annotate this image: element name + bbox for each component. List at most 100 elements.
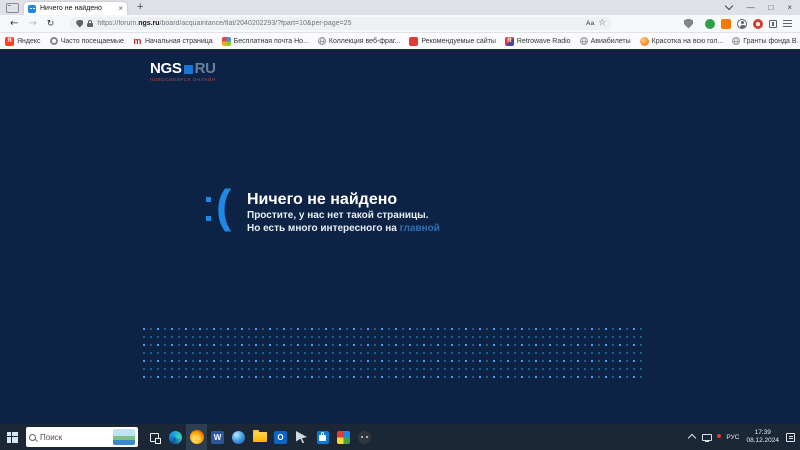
bookmark-item[interactable]: Яндекс <box>5 37 41 46</box>
taskbar-search[interactable]: Поиск <box>26 427 138 447</box>
taskbar-app-word[interactable] <box>207 424 228 450</box>
forward-button[interactable]: → <box>28 19 36 29</box>
tab-list-chevron-icon[interactable] <box>725 2 733 10</box>
photos-icon <box>337 431 350 444</box>
tab-close-icon[interactable]: × <box>118 5 123 13</box>
url-path: /board/acquaintance/flat/2040202293/?fpa… <box>160 20 352 27</box>
word-icon <box>211 431 224 444</box>
logo-square-icon <box>184 65 193 74</box>
bookmark-item[interactable]: Гранты фонда В. Пот... <box>732 37 800 45</box>
sad-emoticon-mouth: ( <box>216 182 231 230</box>
bookmark-label: Коллекция веб-фраг... <box>329 38 400 45</box>
account-icon[interactable] <box>737 19 747 29</box>
bookmark-item[interactable]: Коллекция веб-фраг... <box>318 37 400 45</box>
adblock-icon[interactable] <box>753 19 763 29</box>
store-icon <box>317 431 329 444</box>
bookmark-star-icon[interactable]: ☆ <box>598 19 606 28</box>
url-prefix: https://forum. <box>97 20 138 27</box>
taskbar-app-task-view[interactable] <box>144 424 165 450</box>
logo-ru-text: RU <box>195 60 216 77</box>
reload-button[interactable]: ↻ <box>47 19 55 29</box>
url-domain: ngs.ru <box>138 20 159 27</box>
taskbar-app-photos[interactable] <box>333 424 354 450</box>
menu-icon[interactable] <box>783 20 792 27</box>
extension-shield-icon[interactable] <box>684 19 693 29</box>
close-button[interactable]: × <box>787 3 792 13</box>
orange-extension-icon[interactable] <box>721 19 731 29</box>
not-found-message: Простите, у нас нет такой страницы. Но е… <box>247 209 440 235</box>
new-tab-button[interactable]: + <box>137 2 143 13</box>
firefox-view-icon[interactable] <box>6 3 19 13</box>
search-icon <box>29 434 36 441</box>
translate-icon[interactable]: Аа <box>586 20 594 27</box>
globe-icon <box>732 37 740 45</box>
bookmark-label: Авиабилеты <box>591 38 631 45</box>
firefox-icon <box>190 430 204 444</box>
display-icon[interactable] <box>702 434 712 441</box>
clock-date: 08.12.2024 <box>746 437 779 445</box>
retrowave-icon <box>505 37 514 46</box>
green-extension-icon[interactable] <box>705 19 715 29</box>
taskbar-clock[interactable]: 17:39 08.12.2024 <box>746 429 779 445</box>
start-button[interactable] <box>0 424 24 450</box>
bookmark-label: Retrowave Radio <box>517 38 571 45</box>
taskbar-app-edge[interactable] <box>165 424 186 450</box>
not-found-title: Ничего не найдено <box>247 191 397 209</box>
volume-muted-badge <box>717 434 721 438</box>
bookmark-item[interactable]: Retrowave Radio <box>505 37 571 46</box>
notification-center-icon[interactable] <box>786 433 795 442</box>
edge-icon <box>169 431 182 444</box>
bookmark-item[interactable]: Авиабилеты <box>580 37 631 45</box>
taskbar-app-firefox[interactable] <box>186 424 207 450</box>
minimize-button[interactable]: — <box>746 3 754 13</box>
url-text[interactable]: https://forum.ngs.ru/board/acquaintance/… <box>97 20 582 27</box>
taskbar: Поиск РУС 17:39 08.12.2024 <box>0 424 800 450</box>
tracking-protection-shield-icon[interactable] <box>76 20 83 28</box>
ngs-logo[interactable]: NGS RU НОВОСИБИРСК ОНЛАЙН <box>150 60 241 84</box>
language-indicator[interactable]: РУС <box>726 434 739 441</box>
bookmark-item[interactable]: Часто посещаемые <box>50 37 124 45</box>
search-placeholder: Поиск <box>40 433 109 442</box>
bookmark-item[interactable]: Бесплатная почта Но... <box>222 37 309 46</box>
globe-icon <box>318 37 326 45</box>
taskbar-app-outlook[interactable] <box>270 424 291 450</box>
not-found-line2-prefix: Но есть много интересного на <box>247 223 397 234</box>
logo-ngs-text: NGS <box>150 60 182 77</box>
red-square-icon <box>409 37 418 46</box>
bookmark-item[interactable]: Красотка на всю гол... <box>640 37 724 46</box>
not-found-line2: Но есть много интересного на главной <box>247 222 440 235</box>
not-found-line1: Простите, у нас нет такой страницы. <box>247 209 440 222</box>
windows-logo-icon <box>7 432 18 443</box>
share-icon[interactable] <box>769 20 777 28</box>
home-link[interactable]: главной <box>400 223 440 234</box>
taskbar-app-store[interactable] <box>312 424 333 450</box>
avatar-icon <box>358 431 371 444</box>
window-controls: — □ × <box>726 3 800 13</box>
sad-emoticon-eye-bottom <box>206 216 211 221</box>
taskbar-app-sphere[interactable] <box>228 424 249 450</box>
lock-icon[interactable] <box>87 23 93 27</box>
active-tab[interactable]: Ничего не найдено × <box>24 2 127 15</box>
taskbar-app-avatar[interactable] <box>354 424 375 450</box>
tray-chevron-up-icon[interactable] <box>688 434 696 442</box>
orange-circle-icon <box>640 37 649 46</box>
taskbar-app-cursor[interactable] <box>291 424 312 450</box>
bookmark-label: Рекомендуемые сайты <box>421 38 495 45</box>
clock-time: 17:39 <box>755 429 771 437</box>
url-bar[interactable]: https://forum.ngs.ru/board/acquaintance/… <box>70 17 612 30</box>
navigation-toolbar: ← → ↻ https://forum.ngs.ru/board/acquain… <box>0 15 800 33</box>
bookmark-label: Гранты фонда В. Пот... <box>743 38 800 45</box>
maximize-button[interactable]: □ <box>768 3 773 13</box>
globe-icon <box>580 37 588 45</box>
cursor-icon <box>296 431 307 443</box>
bookmark-label: Часто посещаемые <box>61 38 124 45</box>
search-highlight-thumbnail[interactable] <box>113 429 135 445</box>
taskbar-app-file-explorer[interactable] <box>249 424 270 450</box>
bookmark-item[interactable]: Рекомендуемые сайты <box>409 37 495 46</box>
sad-emoticon-eye-top <box>206 197 211 202</box>
back-button[interactable]: ← <box>10 19 18 29</box>
tab-title: Ничего не найдено <box>40 5 114 12</box>
file-explorer-icon <box>253 432 267 442</box>
page-content: NGS RU НОВОСИБИРСК ОНЛАЙН ( Ничего не на… <box>0 49 800 424</box>
bookmark-item[interactable]: Начальная страница <box>133 37 213 46</box>
